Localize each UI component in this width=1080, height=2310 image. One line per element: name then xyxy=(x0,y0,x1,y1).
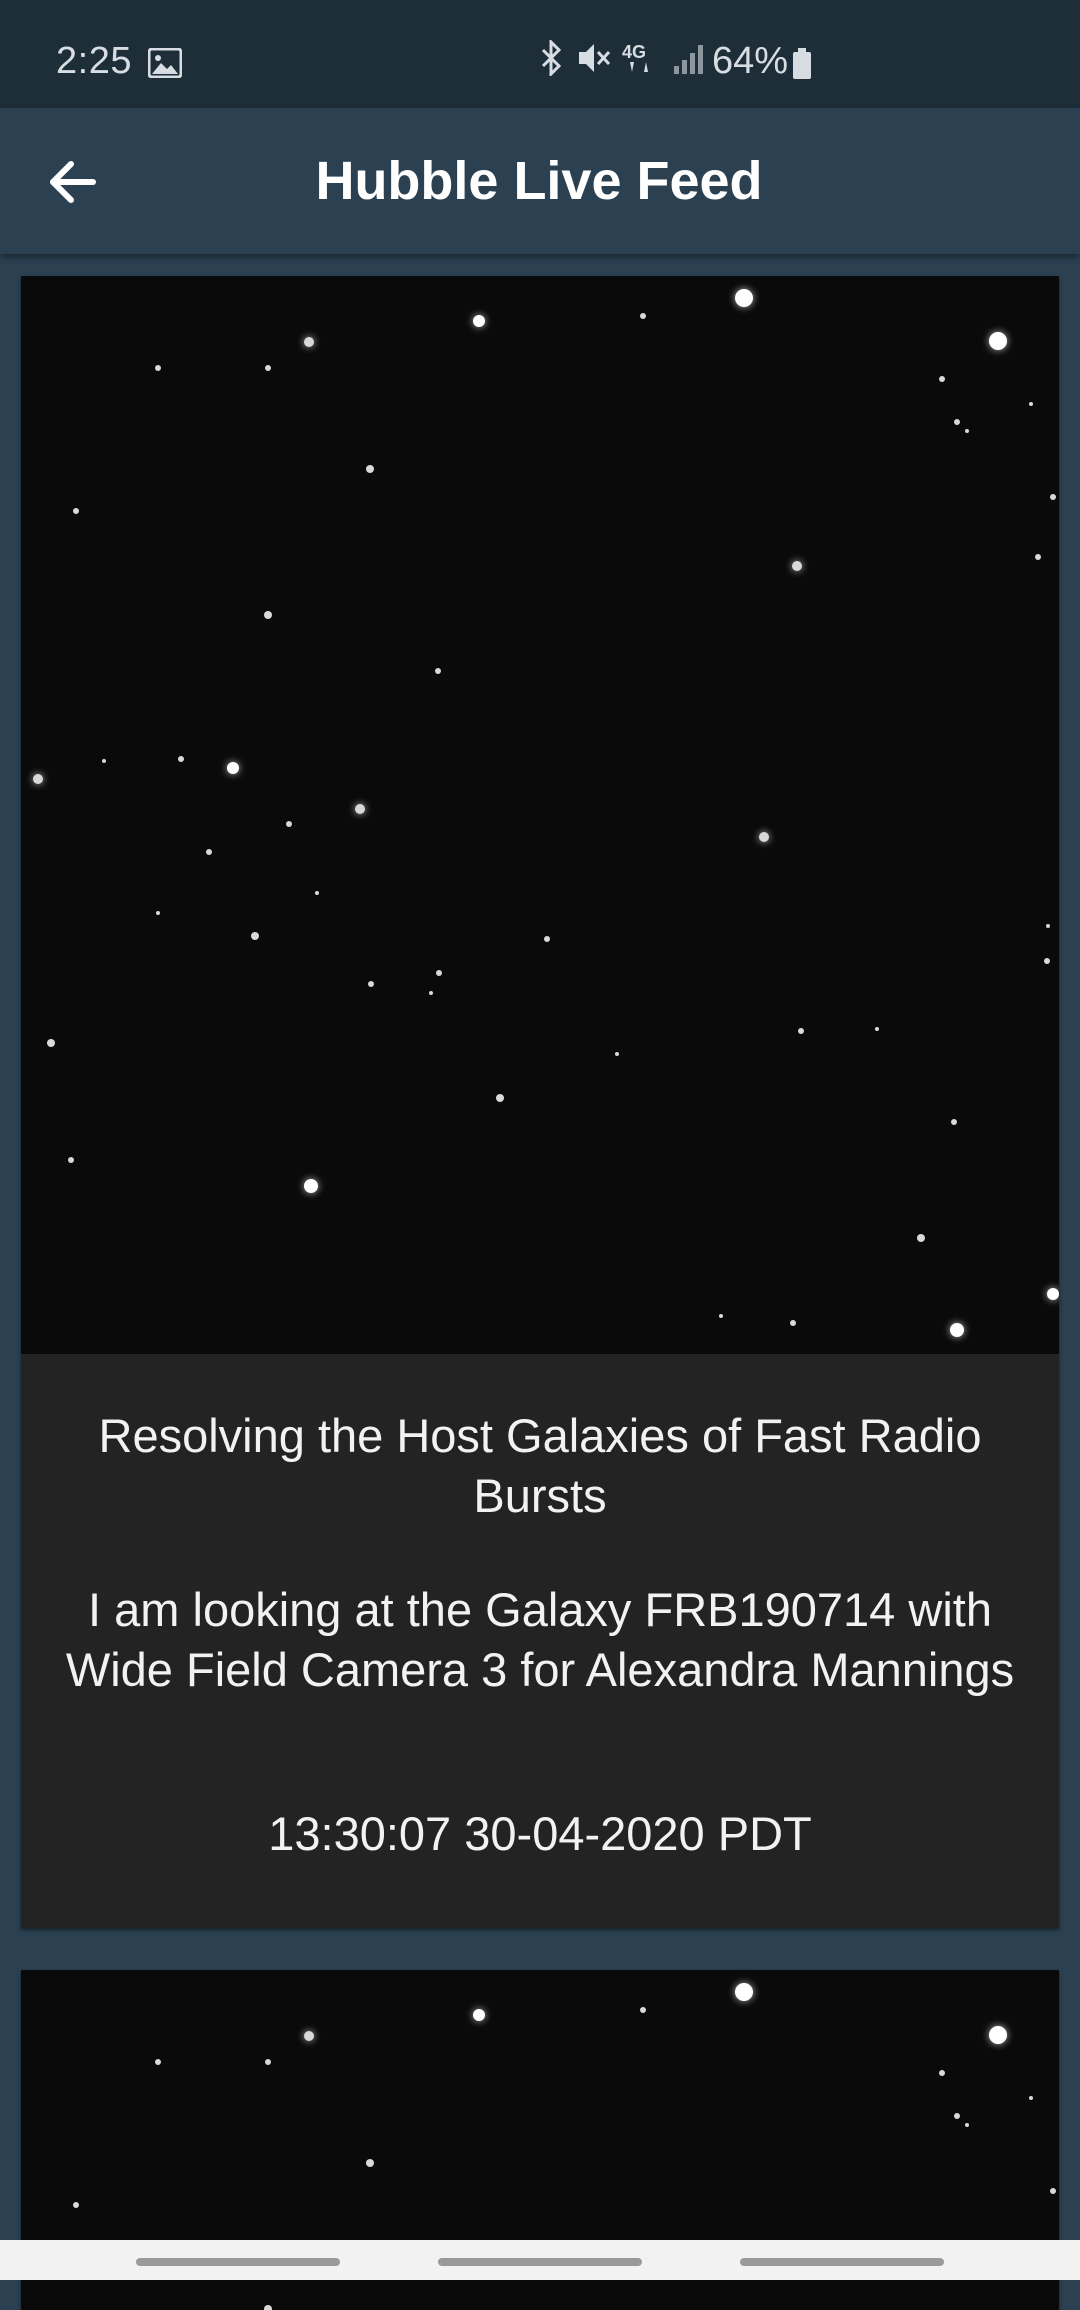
star xyxy=(640,2007,646,2013)
star xyxy=(1029,2096,1033,2100)
star xyxy=(875,1027,879,1031)
star xyxy=(286,821,292,827)
mute-icon xyxy=(576,40,612,76)
star xyxy=(102,759,106,763)
star xyxy=(73,2202,79,2208)
star xyxy=(759,832,769,842)
star xyxy=(792,561,802,571)
star xyxy=(939,376,945,382)
star xyxy=(155,365,161,371)
star xyxy=(735,289,753,307)
star xyxy=(989,2026,1007,2044)
navigation-bar xyxy=(0,2240,1080,2280)
star xyxy=(951,1119,957,1125)
star xyxy=(68,1157,74,1163)
signal-icon xyxy=(672,40,706,76)
nav-handle-left[interactable] xyxy=(136,2258,340,2266)
star xyxy=(355,804,365,814)
status-time: 2:25 xyxy=(56,40,132,82)
star xyxy=(73,508,79,514)
star xyxy=(989,332,1007,350)
star xyxy=(615,1052,619,1056)
star xyxy=(950,1323,964,1337)
nav-handle-center[interactable] xyxy=(438,2258,642,2266)
star xyxy=(1050,2188,1056,2194)
arrow-left-icon xyxy=(50,161,96,203)
star xyxy=(47,1039,55,1047)
star xyxy=(735,1983,753,2001)
star xyxy=(227,762,239,774)
star xyxy=(156,911,160,915)
star xyxy=(1044,958,1050,964)
star xyxy=(33,774,43,784)
star xyxy=(1046,924,1050,928)
bluetooth-icon xyxy=(536,40,566,76)
star xyxy=(265,2059,271,2065)
app-bar: Hubble Live Feed xyxy=(0,108,1080,254)
star xyxy=(798,1028,804,1034)
star xyxy=(917,1234,925,1242)
battery-icon xyxy=(792,48,812,85)
starfield-image xyxy=(21,276,1059,1354)
star xyxy=(473,2009,485,2021)
star xyxy=(1029,402,1033,406)
card-title: Resolving the Host Galaxies of Fast Radi… xyxy=(98,1409,982,1522)
nav-handle-right[interactable] xyxy=(740,2258,944,2266)
star xyxy=(436,970,442,976)
feed-card[interactable]: Resolving the Host Galaxies of Fast Radi… xyxy=(21,276,1059,1928)
star xyxy=(264,2305,272,2310)
star xyxy=(264,611,272,619)
star xyxy=(939,2070,945,2076)
back-button[interactable] xyxy=(40,150,104,214)
battery-level: 64% xyxy=(712,40,789,82)
status-bar: 2:25 4G 64% xyxy=(0,0,1080,108)
star xyxy=(366,2159,374,2167)
star xyxy=(304,2031,314,2041)
star xyxy=(304,1179,318,1193)
page-title: Hubble Live Feed xyxy=(315,151,763,211)
star xyxy=(1050,494,1056,500)
star xyxy=(366,465,374,473)
star xyxy=(965,429,969,433)
star xyxy=(435,668,441,674)
star xyxy=(206,849,212,855)
star xyxy=(1035,554,1041,560)
image-icon xyxy=(147,47,183,83)
star xyxy=(265,365,271,371)
star xyxy=(1047,1288,1059,1300)
star xyxy=(315,891,319,895)
card-timestamp: 13:30:07 30-04-2020 PDT xyxy=(268,1807,812,1860)
star xyxy=(251,932,259,940)
star xyxy=(496,1094,504,1102)
card-description: I am looking at the Galaxy FRB190714 wit… xyxy=(65,1583,1015,1696)
star xyxy=(178,756,184,762)
star xyxy=(473,315,485,327)
star xyxy=(965,2123,969,2127)
star xyxy=(304,337,314,347)
4g-icon: 4G xyxy=(622,40,662,76)
star xyxy=(155,2059,161,2065)
star xyxy=(640,313,646,319)
star xyxy=(954,2113,960,2119)
star xyxy=(954,419,960,425)
star xyxy=(368,981,374,987)
star xyxy=(719,1314,723,1318)
star xyxy=(544,936,550,942)
star xyxy=(790,1320,796,1326)
star xyxy=(429,991,433,995)
card-text: Resolving the Host Galaxies of Fast Radi… xyxy=(21,1354,1059,1928)
svg-text:4G: 4G xyxy=(622,42,646,62)
